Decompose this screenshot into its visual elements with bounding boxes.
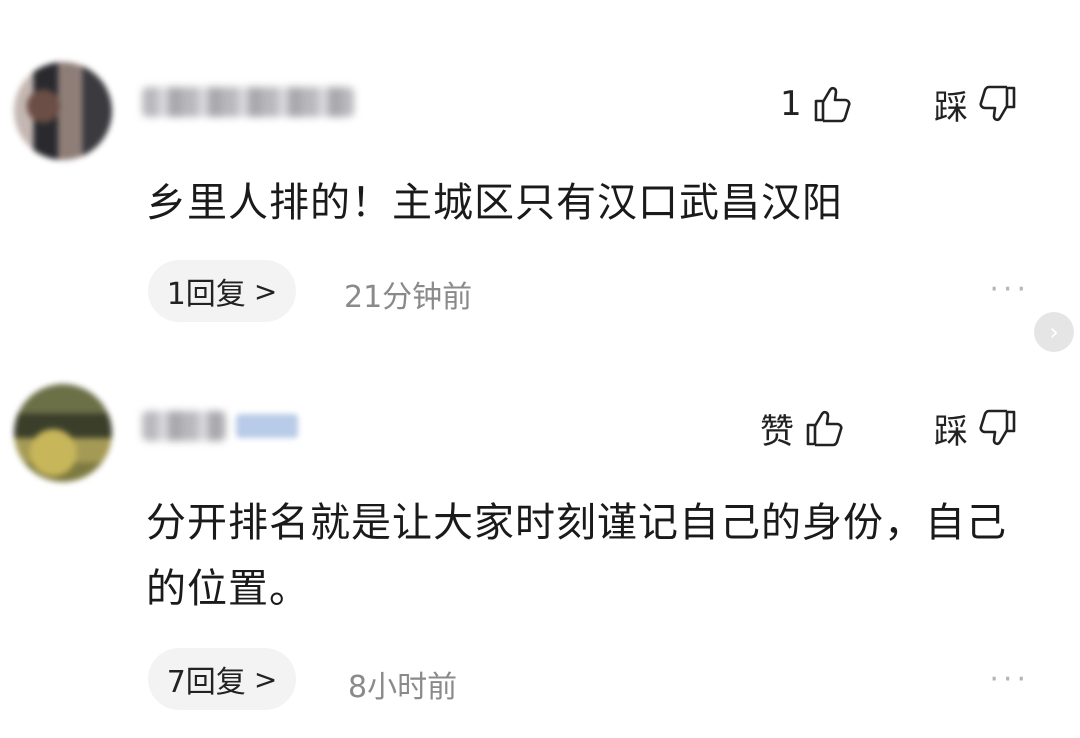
avatar[interactable] [14,384,112,482]
thumbs-up-icon [806,410,843,447]
dislike-button[interactable]: 踩 [934,406,1018,452]
comment-2: 赞 踩 分开排名就是让大家时刻谨记自己的身份，自己的位置。 7回复 > 8小时前… [0,0,1080,738]
username-blurred[interactable] [142,408,298,444]
comment-text: 分开排名就是让大家时刻谨记自己的身份，自己的位置。 [146,500,1007,612]
more-options-icon[interactable]: ··· [989,662,1030,697]
thumbs-down-icon [979,409,1016,446]
like-button[interactable]: 赞 [760,406,844,452]
replies-label: 7回复 [166,665,246,700]
dislike-label: 踩 [934,411,968,452]
like-label: 赞 [760,411,794,452]
username-blur [142,411,226,441]
user-badge [236,414,298,438]
comment-time: 8小时前 [348,670,458,705]
replies-button[interactable]: 7回复 > [148,648,296,710]
chevron-right-icon: > [253,662,278,696]
